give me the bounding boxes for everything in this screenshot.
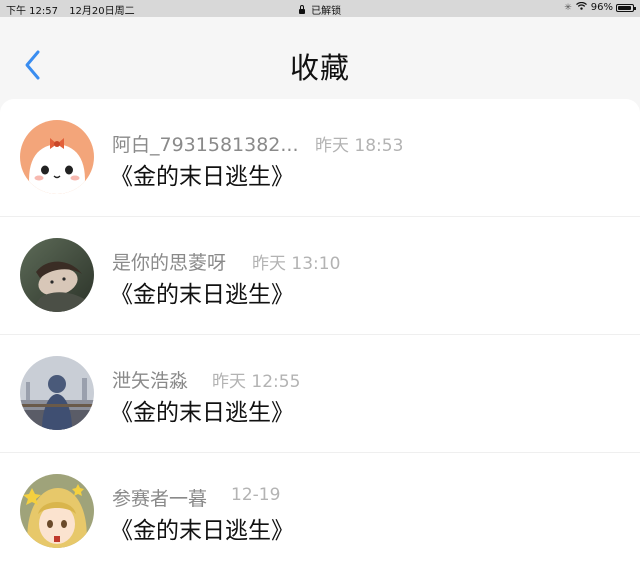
wifi-icon [575, 1, 587, 13]
photo-avatar[interactable] [20, 238, 94, 312]
lock-status: 已解锁 [311, 6, 342, 17]
lock-icon [298, 5, 305, 14]
battery-percent: 96% [590, 2, 613, 13]
item-title[interactable]: 《金的末日逃生》 [110, 157, 294, 191]
item-timestamp: 昨天 13:10 [252, 254, 341, 274]
favorites-list: 阿白_7931581382... 昨天 18:53 《金的末日逃生》 是你的思菱… [0, 99, 640, 574]
battery-icon [616, 3, 636, 12]
anime-avatar[interactable] [20, 474, 94, 548]
list-item[interactable]: 是你的思菱呀 昨天 13:10 《金的末日逃生》 [0, 217, 640, 335]
cartoon-bunny-avatar[interactable] [20, 120, 94, 194]
nav-bar: 收藏 [0, 17, 640, 99]
list-item[interactable]: 参赛者一暮 12-19 《金的末日逃生》 [0, 453, 640, 571]
item-username[interactable]: 泄矢浩淼 [112, 366, 188, 393]
page-title: 收藏 [289, 51, 350, 85]
item-title[interactable]: 《金的末日逃生》 [110, 275, 294, 309]
item-username[interactable]: 是你的思菱呀 [112, 248, 226, 275]
item-timestamp: 昨天 18:53 [315, 136, 404, 156]
status-bar: 下午 12:57 12月20日周二 已解锁 ✳ 96% [0, 0, 640, 17]
photo-avatar[interactable] [20, 356, 94, 430]
status-right: ✳ 96% [564, 1, 636, 13]
item-username[interactable]: 阿白_7931581382... [112, 130, 299, 157]
list-item[interactable]: 泄矢浩淼 昨天 12:55 《金的末日逃生》 [0, 335, 640, 453]
list-item[interactable]: 阿白_7931581382... 昨天 18:53 《金的末日逃生》 [0, 99, 640, 217]
item-timestamp: 昨天 12:55 [212, 372, 301, 392]
item-timestamp: 12-19 [231, 485, 281, 505]
spinner-icon: ✳ [564, 2, 572, 13]
battery-fill [618, 5, 631, 10]
item-title[interactable]: 《金的末日逃生》 [110, 511, 294, 545]
item-username[interactable]: 参赛者一暮 [112, 484, 207, 511]
item-title[interactable]: 《金的末日逃生》 [110, 393, 294, 427]
status-center: 已解锁 [0, 2, 640, 17]
